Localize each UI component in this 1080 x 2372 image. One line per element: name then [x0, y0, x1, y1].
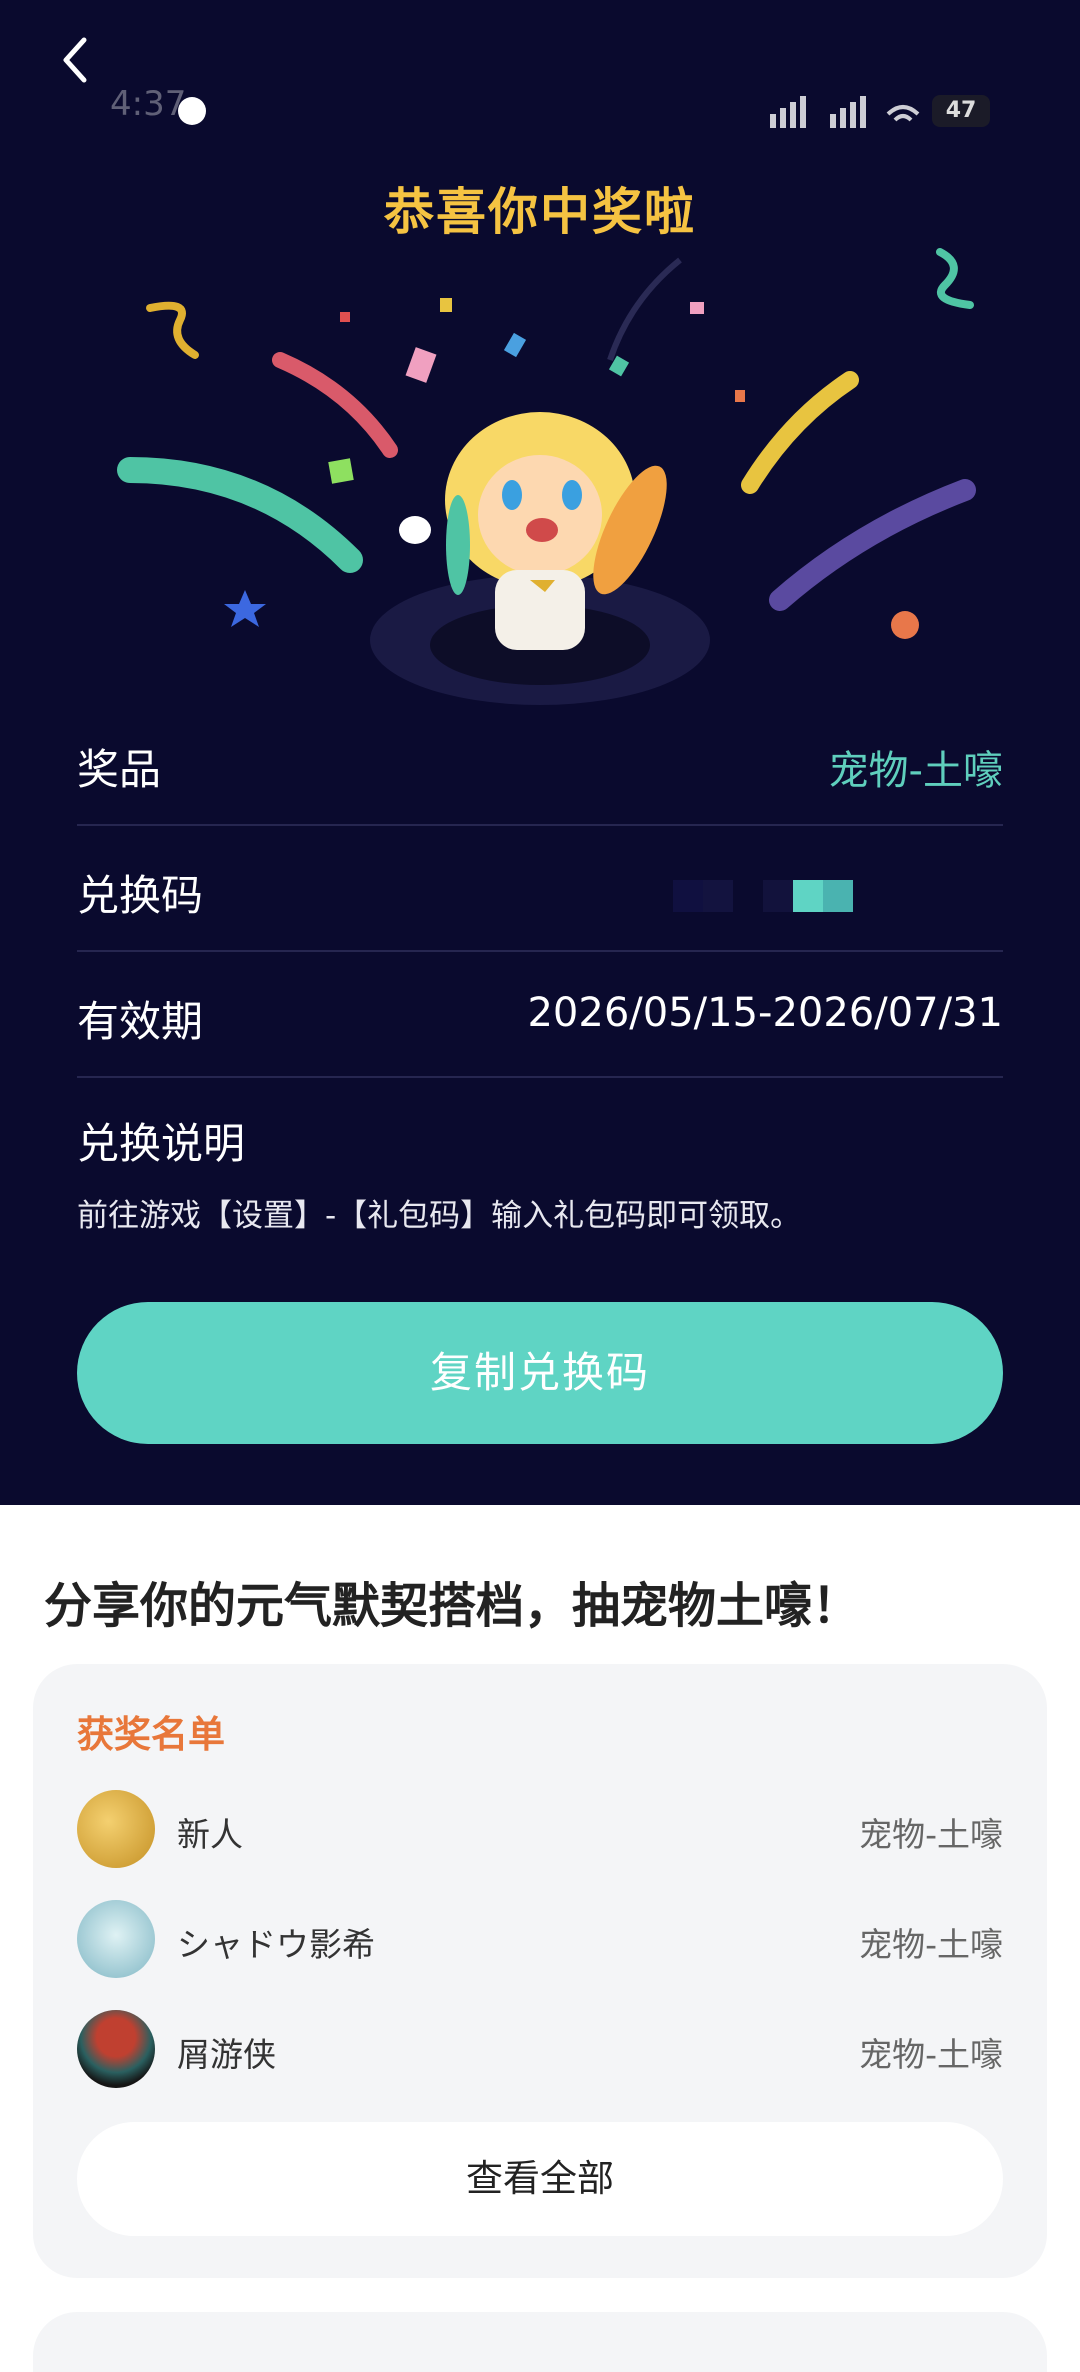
validity-label: 有效期 [77, 997, 204, 1046]
validity-value: 2026/05/15-2026/07/31 [527, 990, 1003, 1036]
prize-label: 奖品 [77, 745, 162, 794]
code-row: 兑换码 [77, 826, 1003, 952]
code-label: 兑换码 [77, 871, 204, 920]
redemption-code-masked [673, 880, 913, 912]
chevron-left-icon [63, 37, 87, 83]
avatar [77, 1900, 155, 1978]
prize-value: 宠物-土嚎 [828, 748, 1003, 794]
winners-title: 获奖名单 [77, 1713, 225, 1756]
validity-row: 有效期 2026/05/15-2026/07/31 [77, 952, 1003, 1078]
winner-row: 屑游侠 宠物-土嚎 [77, 2010, 1003, 2090]
prize-row: 奖品 宠物-土嚎 [77, 700, 1003, 826]
avatar [77, 1790, 155, 1868]
battery-icon: 47 [932, 95, 990, 127]
share-title: 分享你的元气默契搭档，抽宠物土嚎！ [44, 1578, 861, 1634]
copy-code-button[interactable]: 复制兑换码 [77, 1302, 1003, 1444]
next-card [33, 2312, 1047, 2372]
page-title: 恭喜你中奖啦 [384, 183, 696, 241]
winner-name: 新人 [177, 1815, 243, 1854]
avatar [77, 2010, 155, 2088]
instructions-text: 前往游戏【设置】-【礼包码】输入礼包码即可领取。 [77, 1198, 802, 1234]
notification-icon [178, 97, 206, 125]
winner-prize: 宠物-土嚎 [859, 1925, 1003, 1964]
view-all-button[interactable]: 查看全部 [77, 2122, 1003, 2236]
status-bar: 4:37 47 [0, 40, 1080, 128]
winner-row: シャドウ影希 宠物-土嚎 [77, 1900, 1003, 1980]
winner-name: 屑游侠 [177, 2035, 276, 2074]
winner-name: シャドウ影希 [177, 1925, 375, 1964]
winner-row: 新人 宠物-土嚎 [77, 1790, 1003, 1870]
winner-prize: 宠物-土嚎 [859, 1815, 1003, 1854]
status-time: 4:37 [110, 84, 187, 124]
instructions-label: 兑换说明 [77, 1119, 246, 1168]
winner-prize: 宠物-土嚎 [859, 2035, 1003, 2074]
winners-card: 获奖名单 新人 宠物-土嚎 シャドウ影希 宠物-土嚎 屑游侠 宠物-土嚎 查看全… [33, 1664, 1047, 2278]
back-button[interactable] [50, 30, 110, 90]
celebration-illustration [117, 248, 976, 705]
